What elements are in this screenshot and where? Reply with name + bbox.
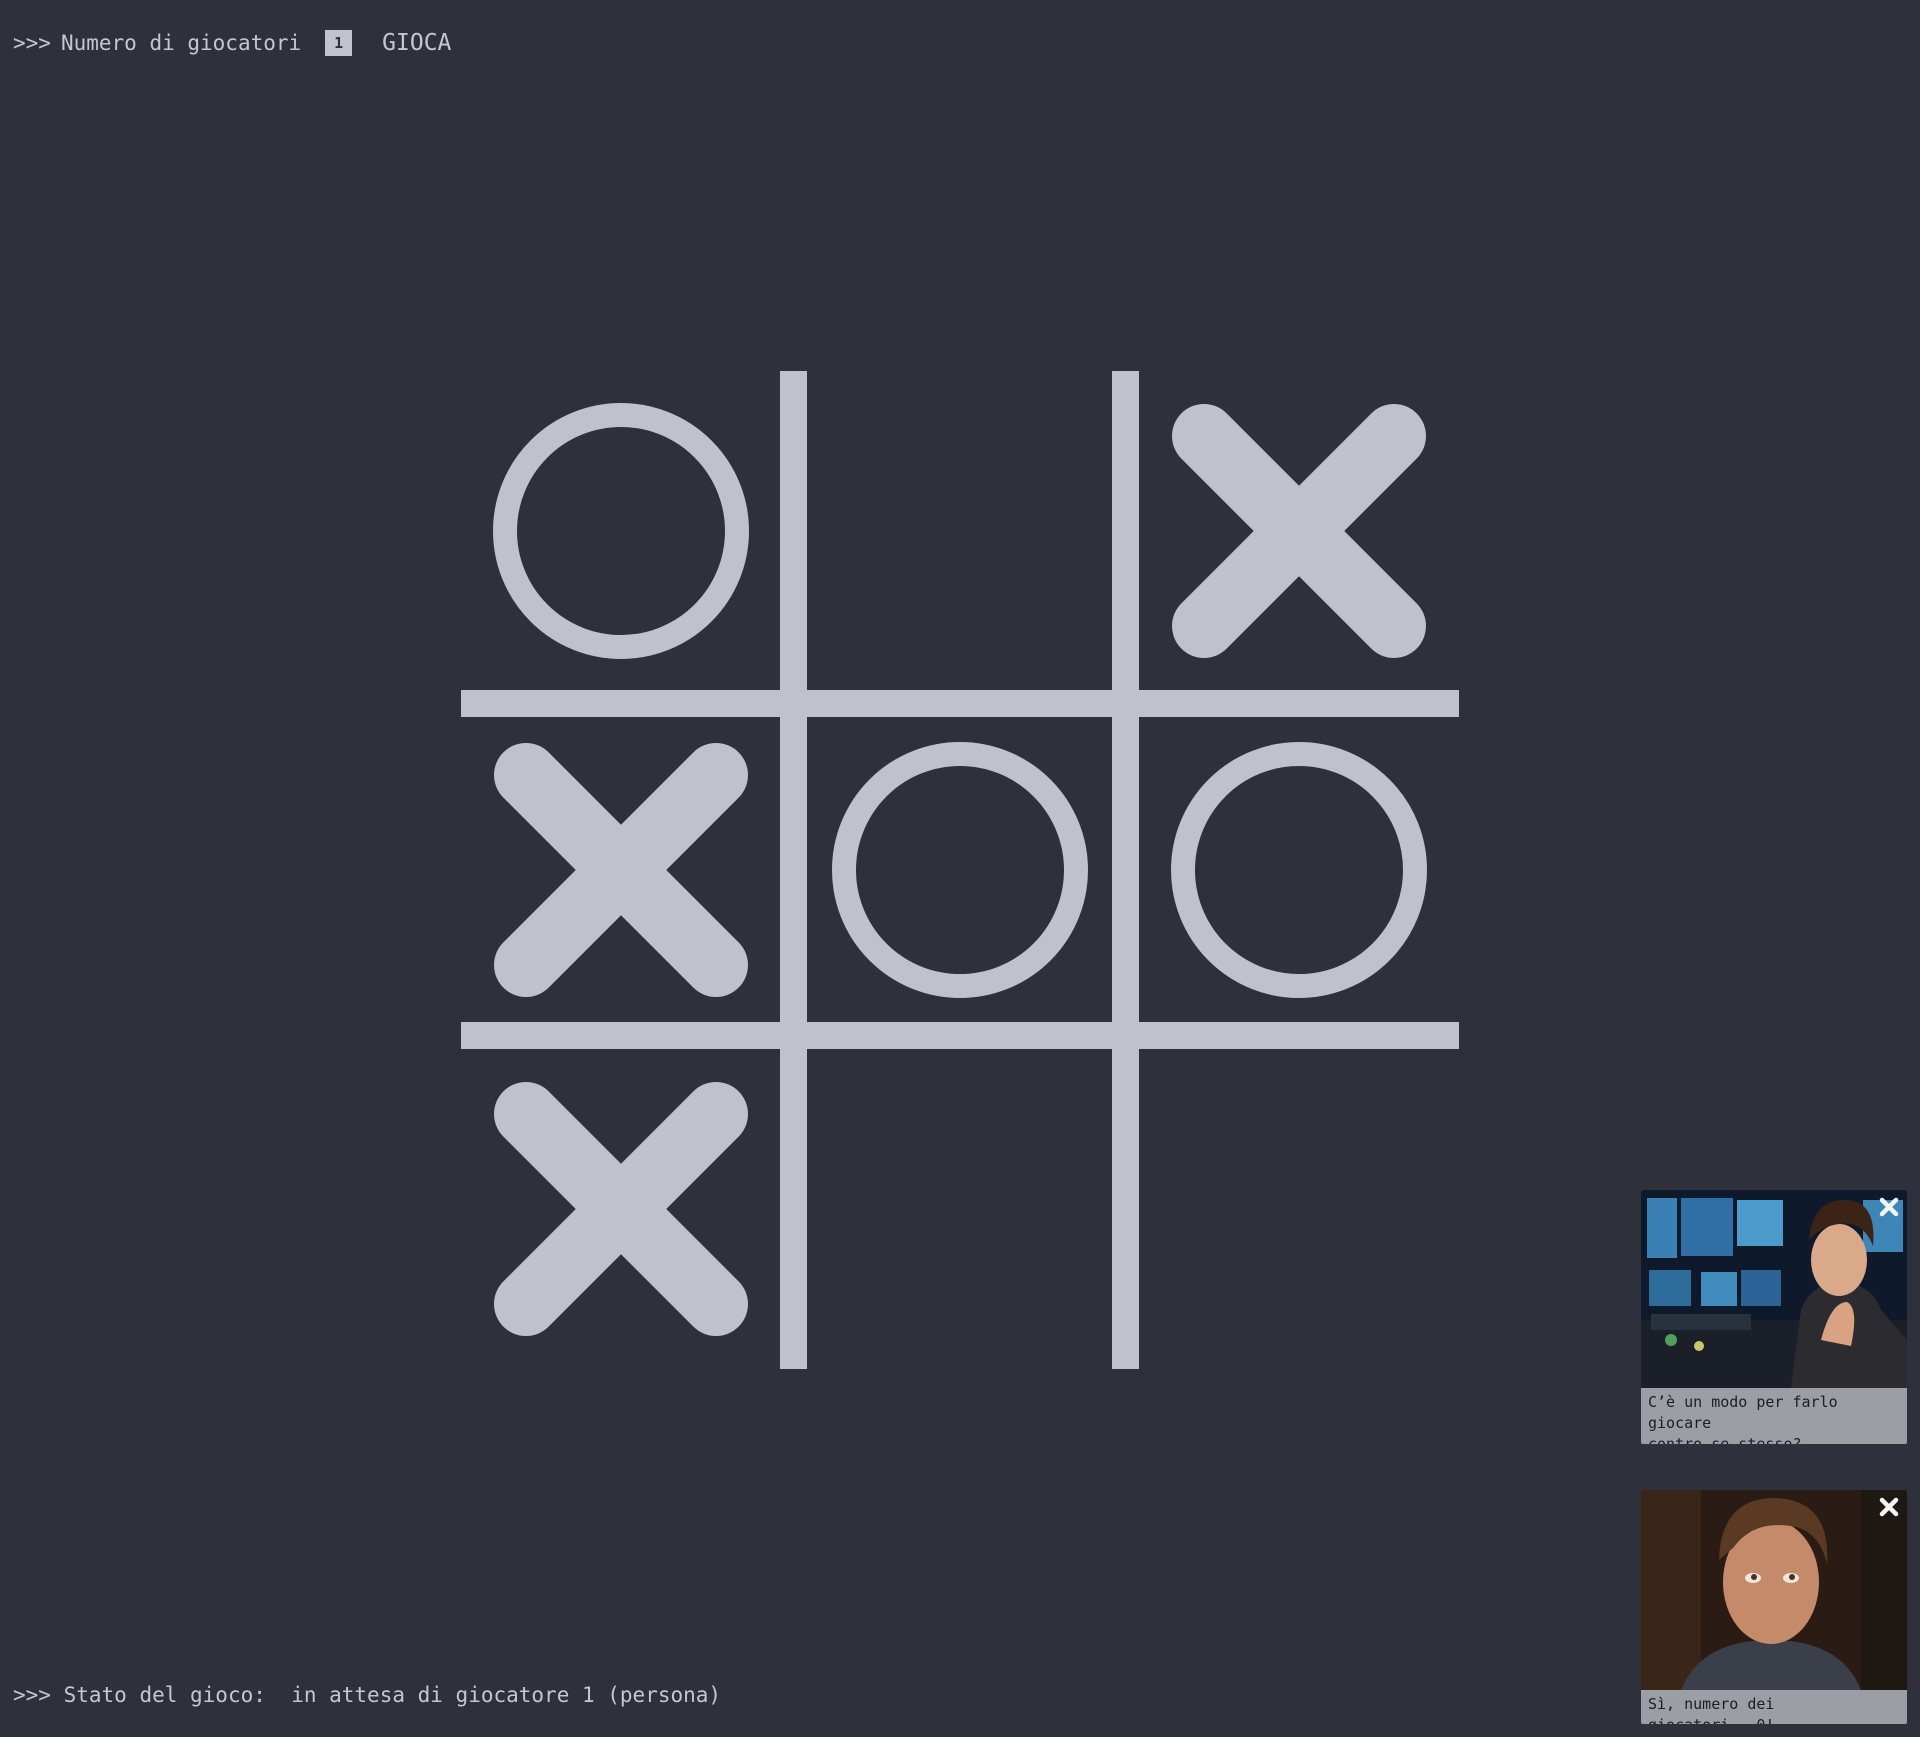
caption-line: C’è un modo per farlo giocare bbox=[1648, 1393, 1838, 1432]
board-cell-top-right[interactable] bbox=[1144, 376, 1454, 686]
players-control-bar: >>> Numero di giocatori GIOCA bbox=[13, 28, 451, 58]
meme-popup-2: Sì, numero dei giocatori...0! bbox=[1641, 1490, 1907, 1724]
board-cell-center[interactable] bbox=[805, 715, 1115, 1025]
grid-line-vertical-2 bbox=[1112, 371, 1139, 1369]
grid-line-vertical-1 bbox=[780, 371, 807, 1369]
status-prompt: >>> bbox=[13, 1683, 51, 1707]
board-cell-bottom-left[interactable] bbox=[466, 1054, 776, 1364]
tic-tac-toe-board bbox=[461, 371, 1459, 1369]
status-value: in attesa di giocatore 1 (persona) bbox=[291, 1683, 722, 1707]
play-button[interactable]: GIOCA bbox=[382, 30, 451, 56]
players-label: Numero di giocatori bbox=[60, 31, 302, 55]
grid-line-horizontal-1 bbox=[461, 690, 1459, 717]
prompt-glyph: >>> bbox=[13, 31, 51, 55]
meme-popup-1: C’è un modo per farlo giocare contro se … bbox=[1641, 1190, 1907, 1444]
game-status-line: >>> Stato del gioco: in attesa di giocat… bbox=[13, 1683, 721, 1707]
caption-line: contro se stesso? bbox=[1648, 1435, 1802, 1444]
popup-caption-2: Sì, numero dei giocatori...0! bbox=[1641, 1690, 1907, 1724]
popup-photo-2 bbox=[1641, 1490, 1907, 1690]
close-icon[interactable] bbox=[1877, 1495, 1901, 1519]
popup-image-computer-room bbox=[1641, 1190, 1907, 1388]
board-cell-top-left[interactable] bbox=[466, 376, 776, 686]
popup-image-man-portrait bbox=[1641, 1490, 1907, 1690]
players-count-input[interactable] bbox=[325, 30, 353, 56]
board-cell-middle-right[interactable] bbox=[1144, 715, 1454, 1025]
close-icon[interactable] bbox=[1877, 1195, 1901, 1219]
popup-caption-1: C’è un modo per farlo giocare contro se … bbox=[1641, 1388, 1907, 1444]
board-cell-top-center[interactable] bbox=[805, 376, 1115, 686]
status-label: Stato del gioco: bbox=[63, 1683, 266, 1707]
board-cell-middle-left[interactable] bbox=[466, 715, 776, 1025]
board-cell-bottom-center[interactable] bbox=[805, 1054, 1115, 1364]
grid-line-horizontal-2 bbox=[461, 1022, 1459, 1049]
board-cell-bottom-right[interactable] bbox=[1144, 1054, 1454, 1364]
board-graphic bbox=[461, 371, 1459, 1369]
caption-line: Sì, numero dei giocatori...0! bbox=[1648, 1695, 1775, 1724]
popup-photo-1 bbox=[1641, 1190, 1907, 1388]
